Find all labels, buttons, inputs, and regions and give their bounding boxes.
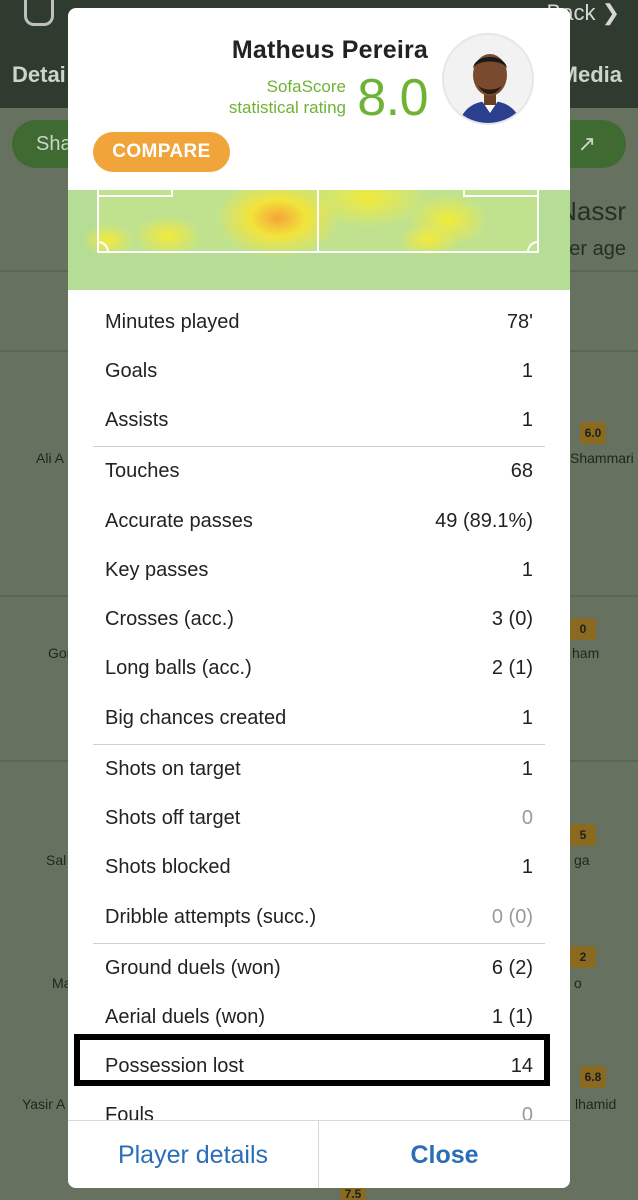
stat-label: Dribble attempts (succ.) [105, 906, 317, 928]
stat-label: Ground duels (won) [105, 957, 281, 979]
rating-label: SofaScore statistical rating [229, 76, 346, 118]
rating-badge: 5 [570, 824, 596, 846]
player-details-button[interactable]: Player details [68, 1121, 318, 1188]
stat-row-dribble-attempts: Dribble attempts (succ.) 0 (0) [68, 893, 570, 942]
arrow-up-right-icon: ↗ [577, 131, 596, 156]
stat-value: 68 [510, 460, 533, 482]
stat-row-shots-blocked: Shots blocked 1 [68, 843, 570, 892]
rating-badge: 6.8 [580, 1066, 606, 1088]
lineup-player-name: Shammari [570, 450, 634, 466]
rating-label-line1: SofaScore [266, 77, 346, 96]
stat-value: 6 (2) [491, 957, 533, 979]
stat-label: Crosses (acc.) [105, 608, 234, 630]
stat-row-minutes-played: Minutes played 78' [68, 298, 570, 347]
player-stats-modal: Matheus Pereira SofaScore statistical ra… [68, 8, 570, 1188]
rating-badge: 0 [570, 618, 596, 640]
lineup-player-name: lhamid [575, 1096, 617, 1112]
stat-value: 1 [521, 559, 533, 581]
stats-list: Minutes played 78' Goals 1 Assists 1 Tou… [68, 290, 570, 1128]
lineup-player-name: Yasir A [22, 1096, 66, 1112]
lineup-player-name: Ali A [36, 450, 65, 466]
stat-label: Touches [105, 460, 180, 482]
modal-header: Matheus Pereira SofaScore statistical ra… [68, 8, 570, 190]
stat-value: 1 (1) [491, 1006, 533, 1028]
stat-label: Minutes played [105, 311, 240, 333]
stat-value: 3 (0) [491, 608, 533, 630]
stat-label: Long balls (acc.) [105, 657, 252, 679]
rating-value: 8.0 [357, 69, 428, 127]
stat-label: Key passes [105, 559, 209, 581]
stat-row-shots-off-target: Shots off target 0 [68, 794, 570, 843]
share-label: Sha [36, 133, 72, 155]
tab-details[interactable]: Detai [12, 62, 66, 88]
stat-row-ground-duels: Ground duels (won) 6 (2) [68, 944, 570, 993]
stat-row-goals: Goals 1 [68, 347, 570, 396]
stat-row-touches: Touches 68 [68, 447, 570, 496]
lineup-player-name: ham [572, 645, 600, 661]
rating-label-line2: statistical rating [228, 98, 346, 117]
stat-row-big-chances-created: Big chances created 1 [68, 694, 570, 743]
stat-value: 0 [521, 807, 533, 829]
stat-value: 2 (1) [491, 657, 533, 679]
lineup-player-name: Sal [46, 852, 67, 868]
stat-label: Shots off target [105, 807, 241, 829]
stat-label: Big chances created [105, 707, 287, 729]
stat-value: 1 [521, 758, 533, 780]
stat-row-assists: Assists 1 [68, 396, 570, 445]
player-photo-icon [444, 35, 532, 123]
stat-value: 1 [521, 707, 533, 729]
stat-value: 0 (0) [491, 906, 533, 928]
stat-label: Goals [105, 360, 158, 382]
highlight-box [74, 1034, 550, 1086]
rating-badge: 6.0 [580, 422, 606, 444]
stat-row-accurate-passes: Accurate passes 49 (89.1%) [68, 497, 570, 546]
stat-label: Shots on target [105, 758, 241, 780]
stat-row-long-balls: Long balls (acc.) 2 (1) [68, 644, 570, 693]
player-avatar [442, 33, 534, 125]
heatmap-pitch [68, 190, 570, 290]
player-name: Matheus Pereira [231, 36, 428, 64]
stat-value: 78' [506, 311, 533, 333]
compare-button[interactable]: COMPARE [93, 132, 230, 172]
stat-label: Accurate passes [105, 510, 253, 532]
rating-badge: 2 [570, 946, 596, 968]
bell-icon [24, 0, 54, 26]
rating-badge: 7.5 [340, 1188, 366, 1200]
stat-value: 49 (89.1%) [435, 510, 533, 532]
stat-value: 1 [521, 360, 533, 382]
lineup-player-name: ga [574, 852, 590, 868]
stat-row-crosses: Crosses (acc.) 3 (0) [68, 595, 570, 644]
modal-footer: Player details Close [68, 1120, 570, 1188]
stat-label: Aerial duels (won) [105, 1006, 266, 1028]
stat-label: Assists [105, 409, 169, 431]
stat-row-key-passes: Key passes 1 [68, 546, 570, 595]
stat-value: 1 [521, 856, 533, 878]
stat-value: 1 [521, 409, 533, 431]
stat-row-shots-on-target: Shots on target 1 [68, 745, 570, 794]
close-button[interactable]: Close [319, 1121, 570, 1188]
lineup-player-name: o [574, 975, 582, 991]
heatmap [68, 190, 570, 290]
stat-label: Shots blocked [105, 856, 231, 878]
